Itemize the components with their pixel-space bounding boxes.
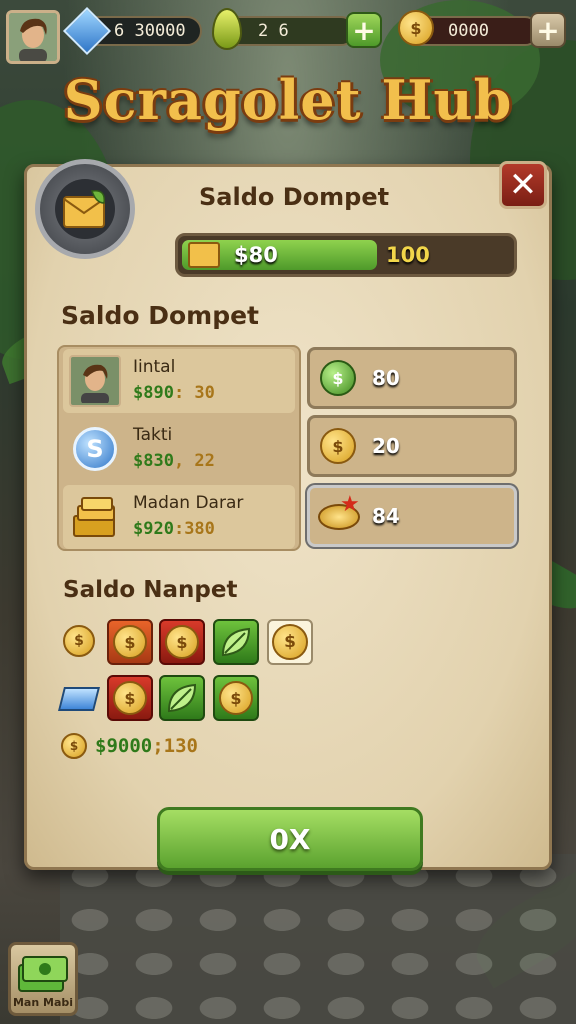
- plus-icon: +: [536, 13, 560, 47]
- gold-count: 0000: [448, 21, 489, 41]
- gold-stack-icon: [69, 491, 121, 543]
- account-name: Iintal: [133, 357, 176, 377]
- gold-coin-icon: $: [165, 625, 199, 659]
- blue-gem-icon: [62, 6, 112, 56]
- close-button[interactable]: ✕: [499, 161, 547, 209]
- red-star-icon: ★: [340, 492, 360, 517]
- account-list: Iintal $890: 30 S Takti $830, 22 Madan D…: [57, 345, 301, 551]
- list-item[interactable]: Madan Darar $920:380: [63, 485, 295, 549]
- balance-box[interactable]: $ 80: [307, 347, 517, 409]
- ok-label: 0X: [269, 822, 311, 856]
- wallet-progress-bar: $80 100: [175, 233, 517, 277]
- energy-counter: 2 6: [222, 16, 356, 46]
- list-item[interactable]: Iintal $890: 30: [63, 349, 295, 413]
- envelope-icon: [188, 242, 220, 268]
- panel-header: Saldo Dompet: [199, 183, 390, 211]
- add-gold-button[interactable]: +: [530, 12, 566, 48]
- hub-title: Scragolet Hub: [63, 68, 513, 132]
- plus-icon: +: [352, 13, 376, 47]
- player-avatar[interactable]: [6, 10, 60, 64]
- bar-right-value: 100: [386, 243, 430, 267]
- gold-coin-icon: $: [398, 10, 434, 46]
- tile-white-coin[interactable]: $: [267, 619, 313, 665]
- gold-coin-icon: $: [63, 625, 95, 657]
- wallet-emblem: [35, 159, 135, 259]
- tile-green-leaf[interactable]: [213, 619, 259, 665]
- gold-coin-icon: $: [272, 624, 308, 660]
- portrait-icon: [69, 355, 121, 407]
- tile-red-coin[interactable]: $: [107, 675, 153, 721]
- money-bundle-icon: [18, 956, 68, 992]
- section-title-nanpet: Saldo Nanpet: [63, 577, 238, 603]
- tile-orange-coin[interactable]: $: [107, 619, 153, 665]
- money-shop-label: Man Mabi: [12, 996, 74, 1009]
- account-value: $890: 30: [133, 383, 215, 403]
- gem-count: 6 30000: [114, 21, 186, 41]
- blue-ticket-icon: [58, 687, 100, 711]
- gold-coin-icon: $: [113, 625, 147, 659]
- account-value: $920:380: [133, 519, 215, 539]
- balance-value: 20: [372, 434, 400, 458]
- wallet-panel: ✕ Saldo Dompet $80 100 Saldo Dompet Iint…: [24, 159, 552, 871]
- add-energy-button[interactable]: +: [346, 12, 382, 48]
- account-name: Madan Darar: [133, 493, 244, 513]
- top-resource-bar: 6 30000 2 6 + 0000 $ +: [6, 6, 570, 64]
- list-item[interactable]: S Takti $830, 22: [63, 417, 295, 481]
- summary-value: $9000;130: [95, 735, 198, 757]
- balance-box[interactable]: $ 20: [307, 415, 517, 477]
- balance-value: 80: [372, 366, 400, 390]
- money-shop-button[interactable]: Man Mabi: [8, 942, 78, 1016]
- tile-red-coin[interactable]: $: [159, 619, 205, 665]
- balance-value: 84: [372, 504, 400, 528]
- green-coin-icon: $: [320, 360, 356, 396]
- tile-green-leaf[interactable]: [159, 675, 205, 721]
- gold-envelope-icon: [63, 190, 105, 228]
- tile-green-coin[interactable]: $: [213, 675, 259, 721]
- ok-button[interactable]: 0X: [157, 807, 423, 871]
- bar-left-value: $80: [234, 243, 278, 267]
- close-icon: ✕: [508, 165, 538, 205]
- balance-box[interactable]: ★ 84: [307, 485, 517, 547]
- account-name: Takti: [133, 425, 173, 445]
- section-title-wallet: Saldo Dompet: [61, 301, 259, 330]
- s-token-icon: S: [69, 423, 121, 475]
- leaf-icon: [167, 683, 197, 713]
- gold-coin-icon: $: [61, 733, 87, 759]
- gold-coin-icon: $: [219, 681, 253, 715]
- account-value: $830, 22: [133, 451, 215, 471]
- gold-coin-icon: $: [320, 428, 356, 464]
- green-crystal-icon: [212, 8, 242, 50]
- gold-coin-icon: $: [113, 681, 147, 715]
- leaf-icon: [221, 627, 251, 657]
- energy-count: 2 6: [258, 21, 289, 41]
